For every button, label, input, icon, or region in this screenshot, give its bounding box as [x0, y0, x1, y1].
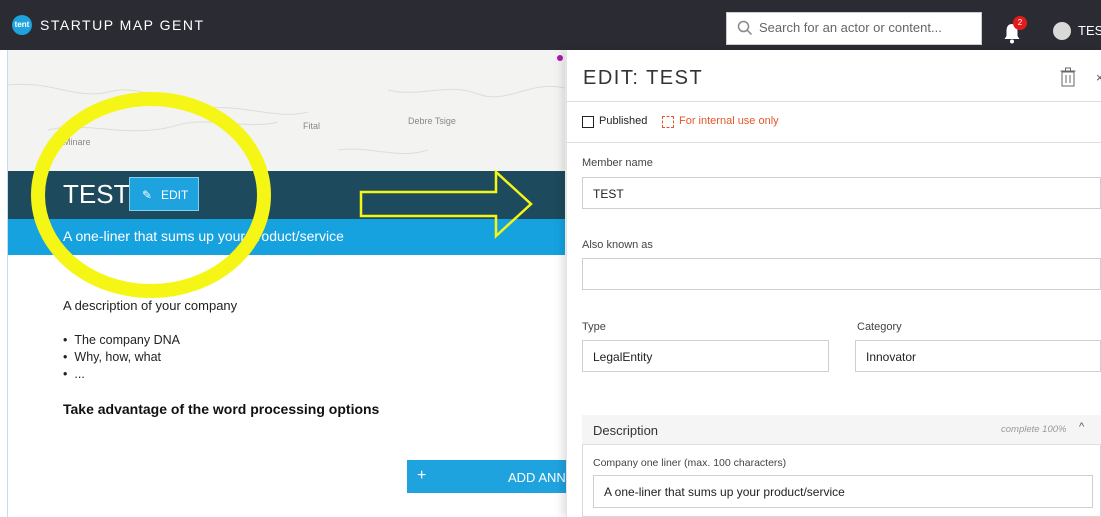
- add-annotation-button[interactable]: + ADD ANNO: [407, 460, 576, 493]
- map-view[interactable]: Minare Fital Debre Tsige: [8, 50, 565, 171]
- map-label-fital: Fital: [303, 121, 321, 131]
- aka-label: Also known as: [582, 239, 653, 251]
- member-name-label: Member name: [582, 157, 653, 169]
- type-field[interactable]: LegalEntity: [582, 340, 829, 372]
- advantage-heading: Take advantage of the word processing op…: [63, 401, 380, 417]
- map-label-minare: Minare: [63, 137, 91, 147]
- search-box[interactable]: Search for an actor or content...: [726, 12, 982, 45]
- logo-icon[interactable]: tent: [12, 15, 32, 35]
- close-icon[interactable]: ×: [1096, 70, 1101, 85]
- top-bar: tent STARTUP MAP GENT Search for an acto…: [0, 0, 1101, 50]
- notification-badge: 2: [1013, 16, 1027, 30]
- search-icon: [737, 20, 753, 36]
- map-roads: [8, 55, 565, 154]
- panel-title: EDIT: TEST: [583, 67, 704, 89]
- member-title: TEST: [63, 179, 130, 209]
- user-name[interactable]: TES: [1078, 23, 1101, 38]
- bullet-item: Why, how, what: [63, 349, 180, 366]
- chevron-up-icon[interactable]: ^: [1079, 421, 1084, 433]
- completeness-indicator: complete 100%: [1001, 424, 1067, 435]
- type-label: Type: [582, 321, 606, 333]
- page: tent STARTUP MAP GENT Search for an acto…: [0, 0, 1101, 517]
- panel-divider: [566, 101, 1101, 102]
- oneliner-field[interactable]: A one-liner that sums up your product/se…: [593, 475, 1093, 508]
- avatar[interactable]: [1053, 22, 1071, 40]
- panel-divider: [566, 142, 1101, 143]
- description-bullets: The company DNA Why, how, what ...: [63, 332, 180, 383]
- published-label: Published: [599, 115, 648, 127]
- aka-field[interactable]: [582, 258, 1101, 290]
- published-checkbox[interactable]: [582, 116, 594, 128]
- edit-button[interactable]: ✎ EDIT: [129, 177, 199, 211]
- oneliner-label: Company one liner (max. 100 characters): [593, 457, 787, 469]
- pencil-icon: ✎: [142, 188, 153, 202]
- edit-button-label: EDIT: [161, 188, 189, 202]
- bullet-item: The company DNA: [63, 332, 180, 349]
- plus-icon: +: [417, 467, 427, 484]
- app-title[interactable]: STARTUP MAP GENT: [40, 15, 205, 35]
- internal-use-label: For internal use only: [679, 115, 779, 127]
- trash-icon[interactable]: [1060, 67, 1076, 87]
- category-field[interactable]: Innovator: [855, 340, 1101, 372]
- internal-use-checkbox[interactable]: [662, 116, 674, 128]
- description-title: Description: [593, 423, 659, 438]
- company-description: A description of your company: [63, 298, 238, 313]
- search-input[interactable]: Search for an actor or content...: [759, 20, 942, 35]
- member-name-field[interactable]: TEST: [582, 177, 1101, 209]
- map-label-debre-tsige: Debre Tsige: [408, 116, 456, 126]
- bullet-item: ...: [63, 366, 180, 383]
- member-oneliner: A one-liner that sums up your product/se…: [63, 228, 344, 244]
- category-label: Category: [857, 321, 902, 333]
